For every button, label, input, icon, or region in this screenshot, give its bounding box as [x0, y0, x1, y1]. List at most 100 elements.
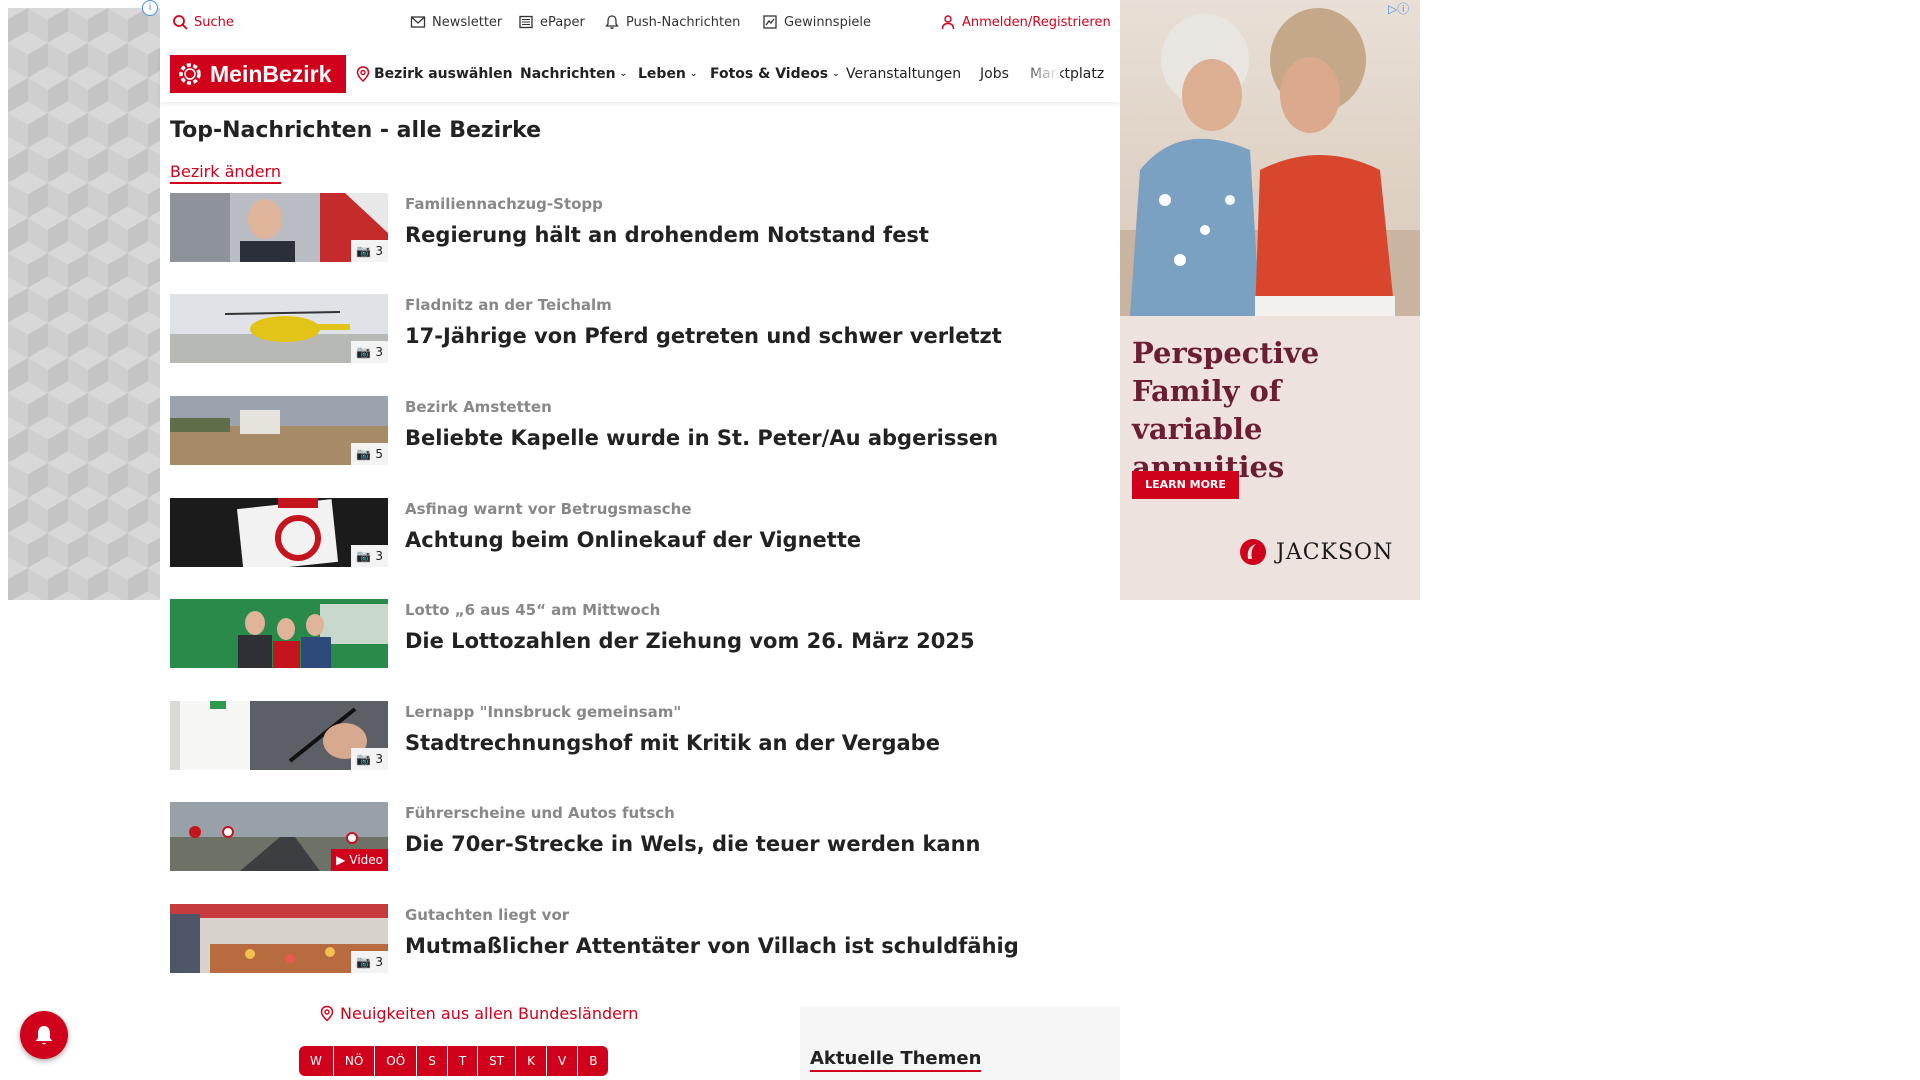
ad-learn-more-button[interactable]: LEARN MORE [1132, 471, 1239, 499]
bell-icon [35, 1026, 53, 1045]
article-title[interactable]: Beliebte Kapelle wurde in St. Peter/Au a… [405, 426, 998, 450]
nav-item-veranstaltungen[interactable]: Veranstaltungen [846, 66, 961, 82]
state-button-v[interactable]: V [546, 1046, 579, 1076]
gallery-count: 3 [375, 345, 383, 359]
article-item[interactable]: 📷 3 Asfinag warnt vor Betrugsmasche Acht… [170, 498, 1070, 570]
article-item[interactable]: 📷 3 Gutachten liegt vor Mutmaßlicher Att… [170, 904, 1070, 976]
push-label: Push-Nachrichten [626, 14, 741, 30]
gallery-count: 3 [375, 244, 383, 258]
jackson-logo-icon [1240, 539, 1266, 565]
article-title[interactable]: Die Lottozahlen der Ziehung vom 26. März… [405, 629, 975, 653]
gallery-count: 5 [375, 447, 383, 461]
main-nav: MeinBezirk Bezirk auswählen Nachrichten … [160, 48, 1120, 102]
article-kicker: Fladnitz an der Teichalm [405, 296, 612, 314]
article-thumbnail[interactable]: 📷 5 [170, 396, 388, 465]
epaper-link[interactable]: ePaper [518, 14, 585, 30]
state-button-k[interactable]: K [516, 1046, 547, 1076]
state-button-s[interactable]: S [417, 1046, 448, 1076]
nav-item-label: Fotos & Videos [710, 66, 829, 82]
state-button-noe[interactable]: NÖ [333, 1046, 376, 1076]
article-title[interactable]: Stadtrechnungshof mit Kritik an der Verg… [405, 731, 940, 755]
select-district-button[interactable]: Bezirk auswählen [356, 66, 513, 82]
article-item[interactable]: ▶ Video Führerscheine und Autos futsch D… [170, 802, 1070, 874]
gallery-badge: 📷 3 [351, 545, 388, 567]
nav-item-label: Veranstaltungen [846, 66, 962, 82]
nav-item-fotos-videos[interactable]: Fotos & Videos ⌄ [710, 66, 840, 82]
article-title[interactable]: Mutmaßlicher Attentäter von Villach ist … [405, 934, 1019, 958]
login-link[interactable]: Anmelden/Registrieren [940, 14, 1111, 30]
logo-flower-icon [179, 63, 201, 85]
article-thumbnail[interactable] [170, 599, 388, 668]
article-kicker: Familiennachzug-Stopp [405, 195, 603, 213]
article-item[interactable]: Lotto „6 aus 45“ am Mittwoch Die Lottoza… [170, 599, 1070, 671]
user-icon [941, 15, 955, 30]
mail-icon [410, 16, 426, 28]
article-item[interactable]: 📷 3 Lernapp "Innsbruck gemeinsam" Stadtr… [170, 701, 1070, 773]
search-icon [173, 15, 188, 30]
state-button-w[interactable]: W [299, 1046, 334, 1076]
article-thumbnail[interactable]: 📷 3 [170, 193, 388, 262]
state-selector: W NÖ OÖ S T ST K V B [299, 1046, 609, 1076]
article-title[interactable]: Die 70er-Strecke in Wels, die teuer werd… [405, 832, 981, 856]
state-button-ooe[interactable]: OÖ [375, 1046, 418, 1076]
ad-choices-icon[interactable]: ▷ⓘ [1388, 0, 1409, 17]
gallery-badge: 📷 3 [351, 951, 388, 973]
article-item[interactable]: 📷 5 Bezirk Amstetten Beliebte Kapelle wu… [170, 396, 1070, 468]
gallery-icon: 📷 [356, 447, 372, 461]
select-district-label: Bezirk auswählen [374, 66, 513, 82]
ad-brand: JACKSON [1238, 537, 1393, 567]
article-thumbnail[interactable]: 📷 3 [170, 701, 388, 770]
ad-info-icon[interactable]: i [142, 0, 158, 16]
notification-bell-button[interactable] [20, 1011, 68, 1059]
change-district-link[interactable]: Bezirk ändern [170, 162, 281, 184]
ad-brand-name: JACKSON [1276, 539, 1394, 565]
gift-icon [763, 15, 777, 29]
state-button-b[interactable]: B [578, 1046, 609, 1076]
bell-icon [605, 15, 619, 29]
article-thumbnail[interactable]: 📷 3 [170, 294, 388, 363]
gallery-icon: 📷 [356, 345, 372, 359]
search-label: Suche [194, 14, 234, 30]
gallery-icon: 📷 [356, 752, 372, 766]
article-kicker: Gutachten liegt vor [405, 906, 570, 924]
nav-item-label: Nachrichten [520, 66, 616, 82]
article-thumbnail[interactable]: 📷 3 [170, 498, 388, 567]
article-item[interactable]: 📷 3 Familiennachzug-Stopp Regierung hält… [170, 193, 1070, 265]
current-topics-box: Aktuelle Themen [800, 1006, 1120, 1080]
left-skin-ad[interactable] [8, 8, 160, 600]
article-title[interactable]: Achtung beim Onlinekauf der Vignette [405, 528, 861, 552]
nav-item-leben[interactable]: Leben ⌄ [638, 66, 697, 82]
main-column: Suche Newsletter ePaper Push-Nachrichten… [160, 0, 1120, 1080]
article-kicker: Lernapp "Innsbruck gemeinsam" [405, 703, 682, 721]
article-thumbnail[interactable]: 📷 3 [170, 904, 388, 973]
newspaper-icon [519, 15, 533, 29]
push-link[interactable]: Push-Nachrichten [604, 14, 740, 30]
page-title: Top-Nachrichten - alle Bezirke [170, 118, 542, 143]
nav-item-label: Leben [638, 66, 686, 82]
gallery-badge: 📷 3 [351, 240, 388, 262]
chevron-down-icon: ⌄ [619, 69, 628, 79]
contests-link[interactable]: Gewinnspiele [762, 14, 871, 30]
contests-label: Gewinnspiele [784, 14, 872, 30]
chevron-down-icon: ⌄ [832, 69, 840, 79]
article-item[interactable]: 📷 3 Fladnitz an der Teichalm 17-Jährige … [170, 294, 1070, 366]
nav-item-nachrichten[interactable]: Nachrichten ⌄ [520, 66, 627, 82]
play-icon: ▶ [336, 853, 346, 867]
gallery-badge: 📷 3 [351, 748, 388, 770]
newsletter-link[interactable]: Newsletter [410, 14, 502, 30]
ad-headline: Perspective Family of variable annuities [1132, 336, 1320, 484]
search-link[interactable]: Suche [172, 14, 234, 30]
site-logo[interactable]: MeinBezirk [170, 55, 346, 93]
nav-item-jobs[interactable]: Jobs [980, 66, 1009, 82]
article-title[interactable]: 17-Jährige von Pferd getreten und schwer… [405, 324, 1002, 348]
article-title[interactable]: Regierung hält an drohendem Notstand fes… [405, 223, 929, 247]
article-kicker: Führerscheine und Autos futsch [405, 804, 675, 822]
state-button-t[interactable]: T [447, 1046, 479, 1076]
article-thumbnail[interactable]: ▶ Video [170, 802, 388, 871]
article-kicker: Bezirk Amstetten [405, 398, 552, 416]
all-states-link[interactable]: Neuigkeiten aus allen Bundesländern [320, 1004, 638, 1023]
video-badge: ▶ Video [331, 849, 388, 871]
location-pin-icon [356, 66, 370, 82]
state-button-st[interactable]: ST [478, 1046, 517, 1076]
right-banner-ad[interactable]: Perspective Family of variable annuities… [1120, 0, 1420, 600]
